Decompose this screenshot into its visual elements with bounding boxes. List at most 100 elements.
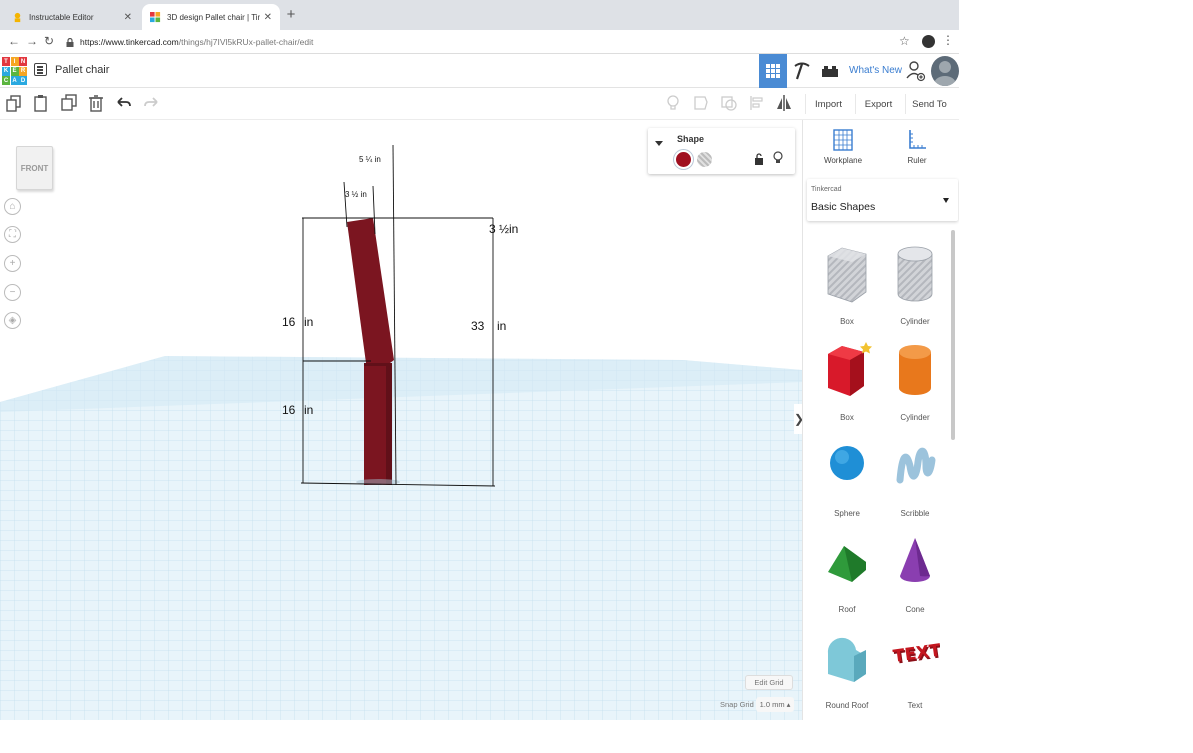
- note-bulb-icon[interactable]: [664, 94, 682, 112]
- shape-name: Box: [840, 413, 854, 422]
- lock-icon[interactable]: [754, 152, 764, 165]
- forward-arrow-icon[interactable]: →: [26, 34, 38, 48]
- design-list-icon[interactable]: [34, 63, 47, 76]
- tab-close-icon[interactable]: ✕: [124, 12, 132, 23]
- user-avatar[interactable]: [931, 56, 959, 86]
- ruler-icon: [909, 130, 926, 149]
- browser-tab-instructable[interactable]: Instructable Editor ✕: [4, 4, 140, 30]
- logo-letter: E: [10, 66, 19, 76]
- dimension-top-width: 5 ¼ in: [359, 155, 381, 164]
- redo-icon[interactable]: [142, 94, 160, 112]
- shape-cylinder[interactable]: Cylinder: [885, 332, 945, 422]
- bookmark-star-icon[interactable]: ☆: [899, 34, 910, 48]
- new-tab-icon[interactable]: +: [284, 6, 298, 23]
- browser-tab-tinkercad[interactable]: 3D design Pallet chair | Tinker ✕: [142, 4, 280, 30]
- view-cube[interactable]: FRONT: [16, 146, 53, 190]
- export-button[interactable]: Export: [855, 94, 901, 114]
- edit-grid-button[interactable]: Edit Grid: [745, 675, 793, 690]
- dimension-back-width: 3 ½ in: [345, 190, 367, 199]
- address-bar: ← → ↻ https://www.tinkercad.com/things/h…: [0, 30, 959, 54]
- dimension-lower-height-unit: in: [304, 403, 314, 417]
- shape-name: Text: [907, 701, 923, 710]
- logo-letter: N: [19, 57, 27, 66]
- shape-library-dropdown[interactable]: Tinkercad Basic Shapes: [807, 179, 958, 221]
- whats-new-link[interactable]: What's New: [849, 65, 902, 76]
- shape-text[interactable]: TEXT TEXT Text: [885, 620, 945, 710]
- url-domain: https://www.tinkercad.com: [80, 37, 179, 47]
- shapes-panel: Workplane Ruler Tinkercad Basic Shapes B…: [802, 120, 959, 720]
- inspector-title: Shape: [677, 134, 705, 144]
- logo-letter: R: [19, 66, 27, 76]
- ruler-tool[interactable]: Ruler: [887, 128, 947, 165]
- visibility-bulb-icon[interactable]: [773, 151, 783, 165]
- dimension-upper-height-unit: in: [304, 315, 314, 329]
- ortho-view-icon[interactable]: ◈: [4, 312, 21, 329]
- shape-name: Roof: [838, 605, 856, 614]
- fit-view-icon[interactable]: ⛶: [4, 226, 21, 243]
- mirror-icon[interactable]: [775, 94, 793, 112]
- browser-tab-bar: Instructable Editor ✕ 3D design Pallet c…: [0, 0, 959, 30]
- shape-name: Round Roof: [825, 701, 869, 710]
- align-icon[interactable]: [748, 94, 766, 112]
- workplane-label: Workplane: [823, 156, 863, 165]
- codeblocks-button[interactable]: [789, 54, 815, 88]
- tinkercad-logo[interactable]: T I N K E R C A D: [2, 57, 27, 85]
- tab-close-icon[interactable]: ✕: [264, 12, 272, 23]
- reload-icon[interactable]: ↻: [44, 34, 54, 48]
- pickaxe-icon: [794, 62, 810, 80]
- shape-scribble[interactable]: Scribble: [885, 428, 945, 518]
- round-roof-icon: [827, 637, 866, 682]
- dimension-side-width: 3 ½in: [489, 222, 519, 236]
- workplane-canvas[interactable]: FRONT ⌂ ⛶ + − ◈ 5 ¼ in 3 ½ in 3 ½in 16 i…: [0, 120, 802, 720]
- shape-list-scrollbar[interactable]: [951, 230, 955, 440]
- shape-name: Cylinder: [900, 413, 930, 422]
- shape-sphere[interactable]: Sphere: [817, 428, 877, 518]
- url-field[interactable]: https://www.tinkercad.com/things/hj7IVl5…: [62, 33, 917, 51]
- ungroup-icon[interactable]: [720, 94, 738, 112]
- url-path: /things/hj7IVl5kRUx-pallet-chair/edit: [178, 37, 314, 47]
- chair-back-shape[interactable]: [347, 218, 394, 363]
- 3d-view-button[interactable]: [759, 54, 787, 88]
- library-name: Basic Shapes: [811, 201, 876, 213]
- shape-roof[interactable]: Roof: [817, 524, 877, 614]
- solid-color-swatch[interactable]: [676, 152, 691, 167]
- shape-grid: Box Cylinder Box Cylinder Sphere Scribbl…: [809, 228, 953, 720]
- trash-icon[interactable]: [87, 94, 105, 112]
- workplane-tool[interactable]: Workplane: [813, 128, 873, 165]
- collapse-caret-icon[interactable]: [655, 141, 663, 146]
- shape-box-hole[interactable]: Box: [817, 236, 877, 326]
- tinkercad-favicon-icon: [150, 11, 161, 22]
- shape-cylinder-hole[interactable]: Cylinder: [885, 236, 945, 326]
- bricks-button[interactable]: [817, 54, 843, 88]
- duplicate-icon[interactable]: [60, 94, 78, 112]
- zoom-in-icon[interactable]: +: [4, 255, 21, 272]
- browser-profile-icon[interactable]: [922, 35, 935, 48]
- shape-name: Box: [840, 317, 854, 326]
- workplane-grid[interactable]: [0, 120, 802, 720]
- paste-icon[interactable]: [32, 94, 50, 112]
- home-view-icon[interactable]: ⌂: [4, 198, 21, 215]
- hole-swatch[interactable]: [697, 152, 712, 167]
- shape-round-roof[interactable]: Round Roof: [817, 620, 877, 710]
- add-user-button[interactable]: [904, 54, 928, 88]
- back-arrow-icon[interactable]: ←: [8, 34, 20, 48]
- lock-icon: [66, 37, 74, 47]
- group-icon[interactable]: [692, 94, 710, 112]
- design-title[interactable]: Pallet chair: [55, 64, 109, 76]
- scribble-icon: [896, 447, 936, 484]
- snap-grid-select[interactable]: 1.0 mm ▴: [756, 697, 794, 712]
- shape-cone[interactable]: Cone: [885, 524, 945, 614]
- send-to-button[interactable]: Send To: [905, 94, 953, 114]
- copy-icon[interactable]: [5, 94, 23, 112]
- import-button[interactable]: Import: [805, 94, 851, 114]
- dimension-total-height-unit: in: [497, 319, 507, 333]
- undo-icon[interactable]: [115, 94, 133, 112]
- library-source-label: Tinkercad: [811, 186, 842, 193]
- shape-box[interactable]: Box: [817, 332, 877, 422]
- zoom-out-icon[interactable]: −: [4, 284, 21, 301]
- logo-letter: D: [19, 76, 27, 85]
- sphere-icon: [830, 446, 864, 480]
- grid-plane[interactable]: [0, 356, 802, 720]
- browser-menu-icon[interactable]: ⋮: [942, 33, 954, 47]
- app-window: Instructable Editor ✕ 3D design Pallet c…: [0, 0, 959, 720]
